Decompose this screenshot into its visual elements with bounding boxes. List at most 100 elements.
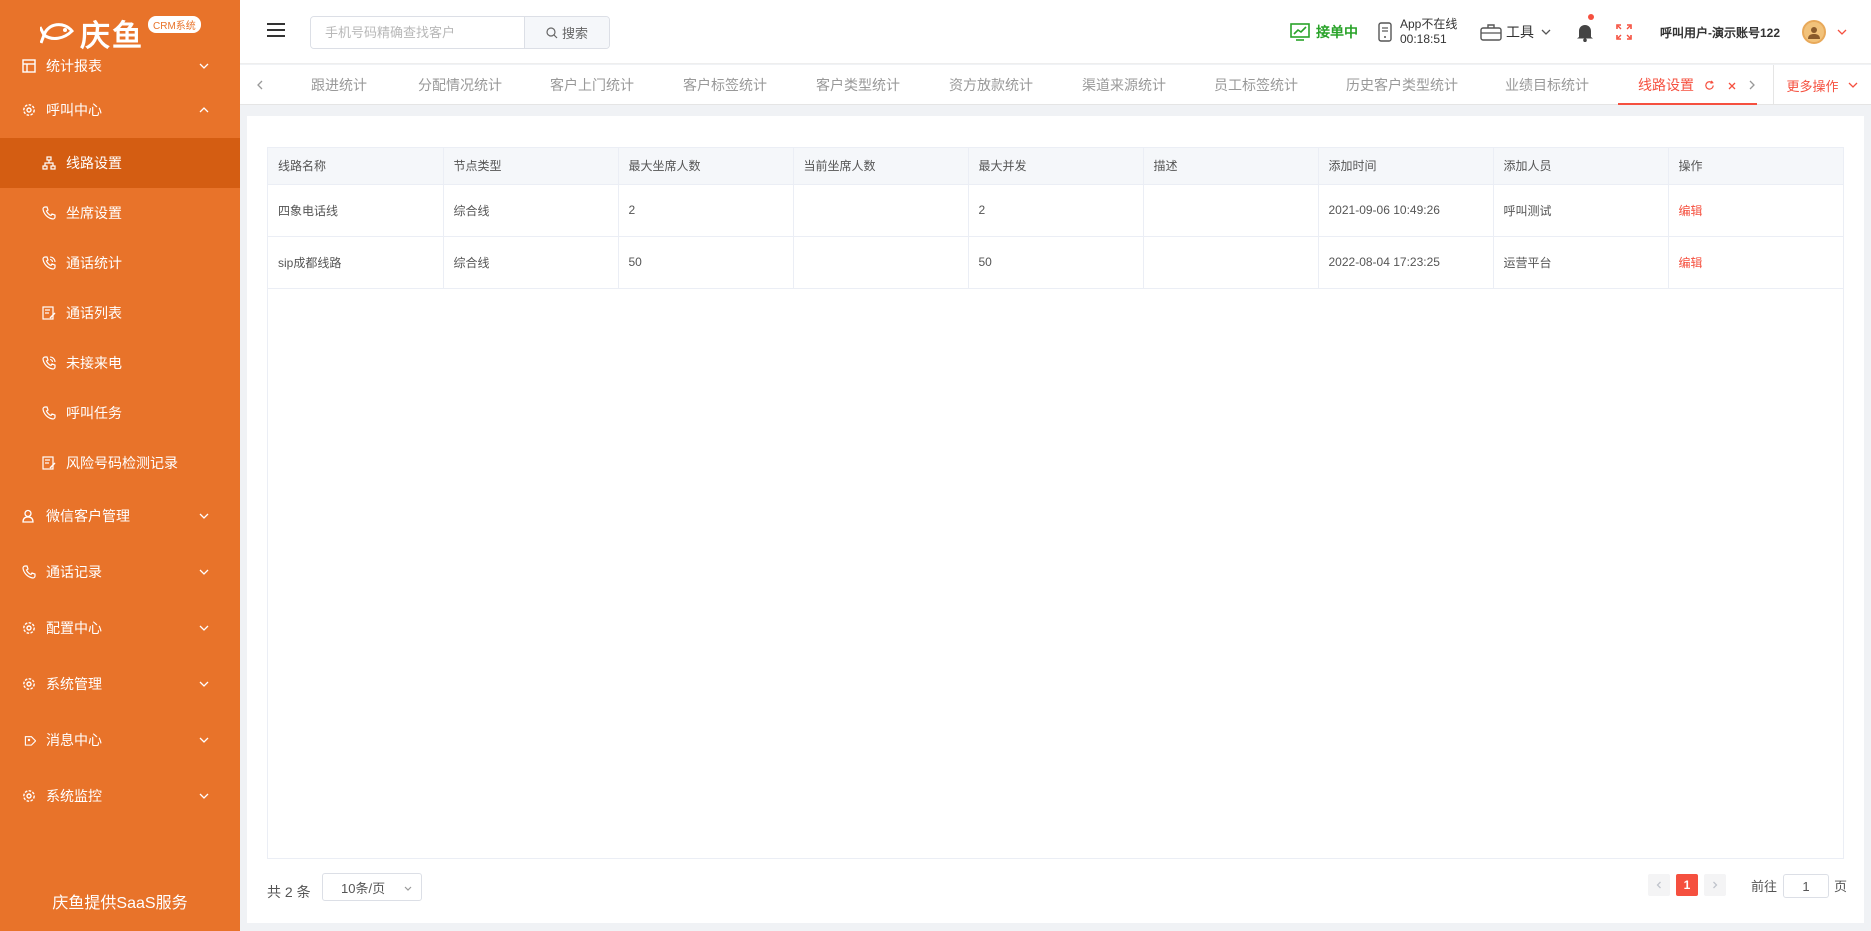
chart-grid-icon	[20, 57, 38, 75]
cell-node-type: 综合线	[443, 184, 619, 237]
sidebar-item-call-tasks[interactable]: 呼叫任务	[0, 388, 240, 438]
gear-icon	[20, 619, 38, 637]
hamburger-menu-icon[interactable]	[266, 22, 286, 38]
chevron-down-icon	[1837, 29, 1847, 35]
tab-label: 线路设置	[1638, 77, 1694, 93]
sidebar: 庆鱼 CRM系统 统计报表 呼叫中心 线路设置 坐席设置 通话统计 通话列表 未…	[0, 0, 240, 931]
order-status-toggle[interactable]: 接单中	[1290, 0, 1358, 64]
line-table: 线路名称 节点类型 最大坐席人数 当前坐席人数 最大并发 描述 添加时间 添加人…	[267, 147, 1844, 859]
sidebar-item-seat-settings[interactable]: 坐席设置	[0, 188, 240, 238]
sidebar-item-missed-calls[interactable]: 未接来电	[0, 338, 240, 388]
table-header-row: 线路名称 节点类型 最大坐席人数 当前坐席人数 最大并发 描述 添加时间 添加人…	[268, 148, 1843, 185]
user-avatar-icon	[1808, 27, 1820, 39]
chevron-down-icon	[404, 886, 412, 891]
menu-group-label: 系统监控	[46, 788, 102, 804]
pager-total: 共 2 条	[267, 884, 311, 900]
toolbox-icon	[1480, 24, 1502, 41]
menu-group-config[interactable]: 配置中心	[0, 600, 240, 656]
edit-link[interactable]: 编辑	[1679, 204, 1703, 218]
fish-logo-icon	[38, 13, 78, 53]
search-input[interactable]	[311, 17, 524, 48]
tabs-scroll-right[interactable]	[1740, 65, 1764, 105]
avatar	[1802, 20, 1826, 44]
chevron-right-icon	[1749, 80, 1755, 90]
sidebar-item-call-list[interactable]: 通话列表	[0, 288, 240, 338]
notifications[interactable]	[1576, 0, 1594, 64]
chevron-down-icon	[1541, 29, 1551, 35]
tab-follow-stats[interactable]: 跟进统计	[311, 65, 367, 105]
menu-group-system[interactable]: 系统管理	[0, 656, 240, 712]
fullscreen-toggle[interactable]	[1616, 0, 1632, 64]
menu-group-messages[interactable]: 消息中心	[0, 712, 240, 768]
phone-call-icon	[40, 254, 58, 272]
sidebar-item-label: 未接来电	[66, 355, 122, 371]
sidebar-item-label: 通话列表	[66, 305, 122, 321]
pager-prev-button[interactable]	[1648, 874, 1670, 896]
pager-next-button[interactable]	[1704, 874, 1726, 896]
tab-line-settings[interactable]: 线路设置	[1618, 65, 1757, 105]
sidebar-item-line-settings[interactable]: 线路设置	[0, 138, 240, 188]
tab-history-type-stats[interactable]: 历史客户类型统计	[1346, 65, 1458, 105]
col-max-seats: 最大坐席人数	[618, 148, 794, 185]
tab-tag-stats[interactable]: 客户标签统计	[683, 65, 767, 105]
sidebar-item-label: 风险号码检测记录	[66, 455, 178, 471]
user-menu[interactable]	[1802, 0, 1848, 64]
chevron-down-icon	[199, 63, 209, 69]
sidebar-item-call-stats[interactable]: 通话统计	[0, 238, 240, 288]
crm-badge: CRM系统	[148, 16, 201, 33]
menu-group-call-records[interactable]: 通话记录	[0, 544, 240, 600]
app-status-text: App不在线	[1400, 17, 1458, 31]
cell-actions: 编辑	[1668, 184, 1843, 237]
tab-loan-stats[interactable]: 资方放款统计	[949, 65, 1033, 105]
tab-type-stats[interactable]: 客户类型统计	[816, 65, 900, 105]
col-current-seats: 当前坐席人数	[793, 148, 969, 185]
page-size-select[interactable]: 10条/页	[322, 873, 422, 901]
cell-added-by: 运营平台	[1493, 236, 1669, 289]
tab-channel-stats[interactable]: 渠道来源统计	[1082, 65, 1166, 105]
sidebar-item-risk-records[interactable]: 风险号码检测记录	[0, 438, 240, 488]
search-icon	[546, 26, 558, 38]
tab-staff-tag-stats[interactable]: 员工标签统计	[1214, 65, 1298, 105]
sidebar-item-label: 线路设置	[66, 155, 122, 171]
col-line-name: 线路名称	[268, 148, 444, 185]
tab-visit-stats[interactable]: 客户上门统计	[550, 65, 634, 105]
goto-page-input[interactable]	[1783, 874, 1829, 898]
tabs-scroll-left[interactable]	[248, 65, 272, 105]
cell-current-seats	[793, 236, 969, 289]
cell-added-time: 2021-09-06 10:49:26	[1318, 184, 1494, 237]
tab-allocation-stats[interactable]: 分配情况统计	[418, 65, 502, 105]
order-status-label: 接单中	[1316, 24, 1358, 40]
cell-max-seats: 50	[618, 236, 794, 289]
menu-group-call-center[interactable]: 呼叫中心	[0, 82, 240, 138]
menu-group-label: 消息中心	[46, 732, 102, 748]
pager-page-1[interactable]: 1	[1676, 874, 1698, 896]
search-button[interactable]: 搜索	[524, 17, 609, 48]
col-description: 描述	[1143, 148, 1319, 185]
menu-group-label: 系统管理	[46, 676, 102, 692]
close-icon[interactable]	[1727, 81, 1737, 91]
phone-icon	[20, 563, 38, 581]
menu-group-monitor[interactable]: 系统监控	[0, 768, 240, 824]
table-row: 四象电话线 综合线 2 2 2021-09-06 10:49:26 呼叫测试 编…	[268, 184, 1843, 237]
chevron-up-icon	[199, 107, 209, 113]
tools-dropdown[interactable]: 工具	[1480, 0, 1556, 64]
edit-link[interactable]: 编辑	[1679, 256, 1703, 270]
refresh-icon[interactable]	[1704, 80, 1715, 91]
cell-max-seats: 2	[618, 184, 794, 237]
chevron-down-icon	[1848, 82, 1857, 88]
mobile-phone-icon	[1378, 22, 1392, 42]
bell-icon	[1577, 25, 1593, 42]
menu-group-label: 统计报表	[46, 58, 102, 74]
menu-group-wechat[interactable]: 微信客户管理	[0, 488, 240, 544]
user-name[interactable]: 呼叫用户-演示账号122	[1660, 0, 1780, 64]
goto-prefix: 前往	[1751, 879, 1778, 894]
cell-node-type: 综合线	[443, 236, 619, 289]
sidebar-item-label: 坐席设置	[66, 205, 122, 221]
gear-icon	[20, 787, 38, 805]
col-actions: 操作	[1668, 148, 1843, 185]
phone-call-icon	[40, 354, 58, 372]
tab-target-stats[interactable]: 业绩目标统计	[1505, 65, 1589, 105]
cell-current-seats	[793, 184, 969, 237]
menu-group-stats[interactable]: 统计报表	[0, 50, 240, 82]
more-actions-dropdown[interactable]: 更多操作	[1773, 65, 1871, 105]
